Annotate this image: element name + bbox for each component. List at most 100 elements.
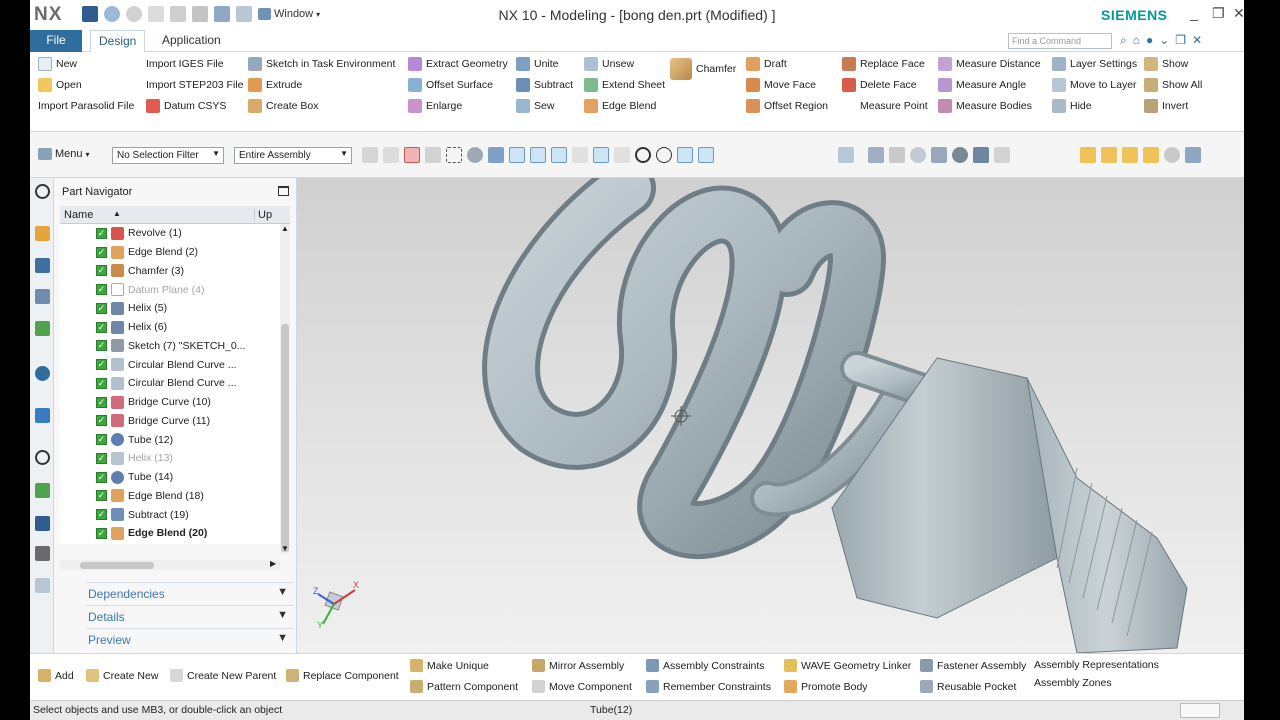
edge-blend-button[interactable]: Edge Blend (584, 98, 656, 114)
details-panel[interactable]: Details ▼ (86, 605, 294, 625)
import-iges-button[interactable]: Import IGES File (146, 56, 224, 72)
ribbon-close-icon[interactable]: ✕ (1192, 33, 1202, 48)
zoom-icon[interactable] (889, 147, 905, 163)
scroll-thumb[interactable] (281, 324, 289, 552)
tab-application[interactable]: Application (154, 30, 229, 52)
measure-point-button[interactable]: Measure Point (860, 98, 928, 114)
selection-scope-dropdown[interactable]: Entire Assembly ▼ (234, 147, 352, 164)
command-search-input[interactable]: Find a Command (1008, 33, 1112, 49)
assembly-representations-button[interactable]: Assembly Representations (1034, 659, 1159, 671)
list-item[interactable]: ✓ Bridge Curve (11) (60, 412, 280, 431)
import-parasolid-button[interactable]: Import Parasolid File (38, 98, 134, 114)
intersection-point-icon[interactable] (593, 147, 609, 163)
filter-edit-icon[interactable] (425, 147, 441, 163)
checkbox-checked-icon[interactable]: ✓ (96, 452, 107, 464)
list-item[interactable]: ✓ Helix (5) (60, 299, 280, 318)
circle-center-icon[interactable] (635, 147, 651, 163)
extrude-button[interactable]: Extrude (248, 77, 302, 93)
web-browser-icon[interactable] (35, 408, 50, 423)
list-item[interactable]: ✓ Helix (6) (60, 318, 280, 337)
checkbox-checked-icon[interactable]: ✓ (96, 246, 107, 258)
close-icon[interactable]: ✕ (1233, 5, 1244, 22)
chevron-up-icon[interactable]: ▲ (281, 224, 289, 233)
bulb-model[interactable] (297, 178, 1244, 653)
list-item[interactable]: ✓ Sketch (7) "SKETCH_0... (60, 337, 280, 356)
chevron-right-icon[interactable]: ▶ (270, 559, 276, 568)
existing-point-icon[interactable] (677, 147, 693, 163)
enlarge-button[interactable]: Enlarge (408, 98, 462, 114)
import-step-button[interactable]: Import STEP203 File (146, 77, 243, 93)
checkbox-checked-icon[interactable]: ✓ (96, 396, 107, 408)
checkbox-checked-icon[interactable]: ✓ (96, 302, 107, 314)
assembly-zones-button[interactable]: Assembly Zones (1034, 677, 1112, 689)
folder-icon[interactable] (1143, 147, 1159, 163)
rotate-icon[interactable] (910, 147, 926, 163)
measure-bodies-button[interactable]: Measure Bodies (938, 98, 1032, 114)
hide-button[interactable]: Hide (1052, 98, 1092, 114)
search-icon[interactable]: ⌕ (1120, 33, 1127, 48)
list-item[interactable]: ✓ Edge Blend (18) (60, 487, 280, 506)
measure-distance-button[interactable]: Measure Distance (938, 56, 1041, 72)
minimize-icon[interactable]: _ (1190, 5, 1198, 21)
roles-icon[interactable] (35, 546, 50, 561)
unsew-button[interactable]: Unsew (584, 56, 634, 72)
mid-point-icon[interactable] (551, 147, 567, 163)
checkbox-checked-icon[interactable]: ✓ (96, 509, 107, 521)
system-scenes-icon[interactable] (35, 578, 50, 593)
replace-face-button[interactable]: Replace Face (842, 56, 925, 72)
control-point-icon[interactable] (572, 147, 588, 163)
list-item[interactable]: ✓ Helix (13) (60, 449, 280, 468)
chevron-down-icon[interactable]: ▼ (281, 544, 289, 553)
part-navigator-icon[interactable] (35, 289, 50, 304)
sew-button[interactable]: Sew (516, 98, 554, 114)
open-folder-icon[interactable] (1080, 147, 1096, 163)
deselect-icon[interactable] (383, 147, 399, 163)
make-unique-button[interactable]: Make Unique (410, 659, 489, 672)
gear-icon[interactable] (35, 184, 50, 199)
type-filter-icon[interactable] (404, 147, 420, 163)
role-icon[interactable]: ⌂ (1133, 33, 1140, 48)
list-item[interactable]: ✓ Tube (12) (60, 430, 280, 449)
list-item[interactable]: ✓ Chamfer (3) (60, 262, 280, 281)
move-component-button[interactable]: Move Component (532, 680, 632, 693)
show-all-button[interactable]: Show All (1144, 77, 1202, 93)
extend-sheet-button[interactable]: Extend Sheet (584, 77, 665, 93)
assembly-icon[interactable] (1185, 147, 1201, 163)
offset-surface-button[interactable]: Offset Surface (408, 77, 493, 93)
checkbox-checked-icon[interactable]: ✓ (96, 359, 107, 371)
ribbon-restore-icon[interactable]: ❐ (1175, 33, 1186, 48)
list-item[interactable]: ✓ Subtract (19) (60, 505, 280, 524)
background-icon[interactable] (973, 147, 989, 163)
solid-body-icon[interactable] (467, 147, 483, 163)
fastener-assembly-button[interactable]: Fastener Assembly (920, 659, 1026, 672)
list-item[interactable]: ✓ Datum Plane (4) (60, 280, 280, 299)
datum-csys-button[interactable]: Datum CSYS (146, 98, 226, 114)
general-selection-icon[interactable] (362, 147, 378, 163)
ribbon-minimize-icon[interactable]: ⌄ (1159, 33, 1169, 48)
menu-button[interactable]: Menu ▾ (38, 148, 90, 160)
folder-icon[interactable] (1101, 147, 1117, 163)
sketch-task-env-button[interactable]: Sketch in Task Environment (248, 56, 395, 72)
rectangle-select-icon[interactable] (446, 147, 462, 163)
snap-point-icon[interactable] (509, 147, 525, 163)
orient-view-icon[interactable] (931, 147, 947, 163)
show-button[interactable]: Show (1144, 56, 1188, 72)
list-item[interactable]: ✓ Bridge Curve (10) (60, 393, 280, 412)
folder-icon[interactable] (1122, 147, 1138, 163)
face-select-icon[interactable] (488, 147, 504, 163)
checkbox-checked-icon[interactable]: ✓ (96, 527, 107, 539)
refresh-icon[interactable] (838, 147, 854, 163)
new-button[interactable]: New (38, 56, 77, 72)
checkbox-checked-icon[interactable]: ✓ (96, 321, 107, 333)
delete-face-button[interactable]: Delete Face (842, 77, 917, 93)
history-icon[interactable] (35, 450, 50, 465)
graphics-window[interactable]: X Y Z (297, 178, 1244, 653)
move-to-layer-button[interactable]: Move to Layer (1052, 77, 1137, 93)
tab-file[interactable]: File (30, 30, 82, 52)
work-layer-icon[interactable] (994, 147, 1010, 163)
invert-button[interactable]: Invert (1144, 98, 1188, 114)
hd3d-tools-icon[interactable] (35, 366, 50, 381)
create-new-parent-button[interactable]: Create New Parent (170, 669, 276, 682)
horizontal-scrollbar[interactable]: ▶ (60, 559, 280, 570)
measure-angle-button[interactable]: Measure Angle (938, 77, 1026, 93)
